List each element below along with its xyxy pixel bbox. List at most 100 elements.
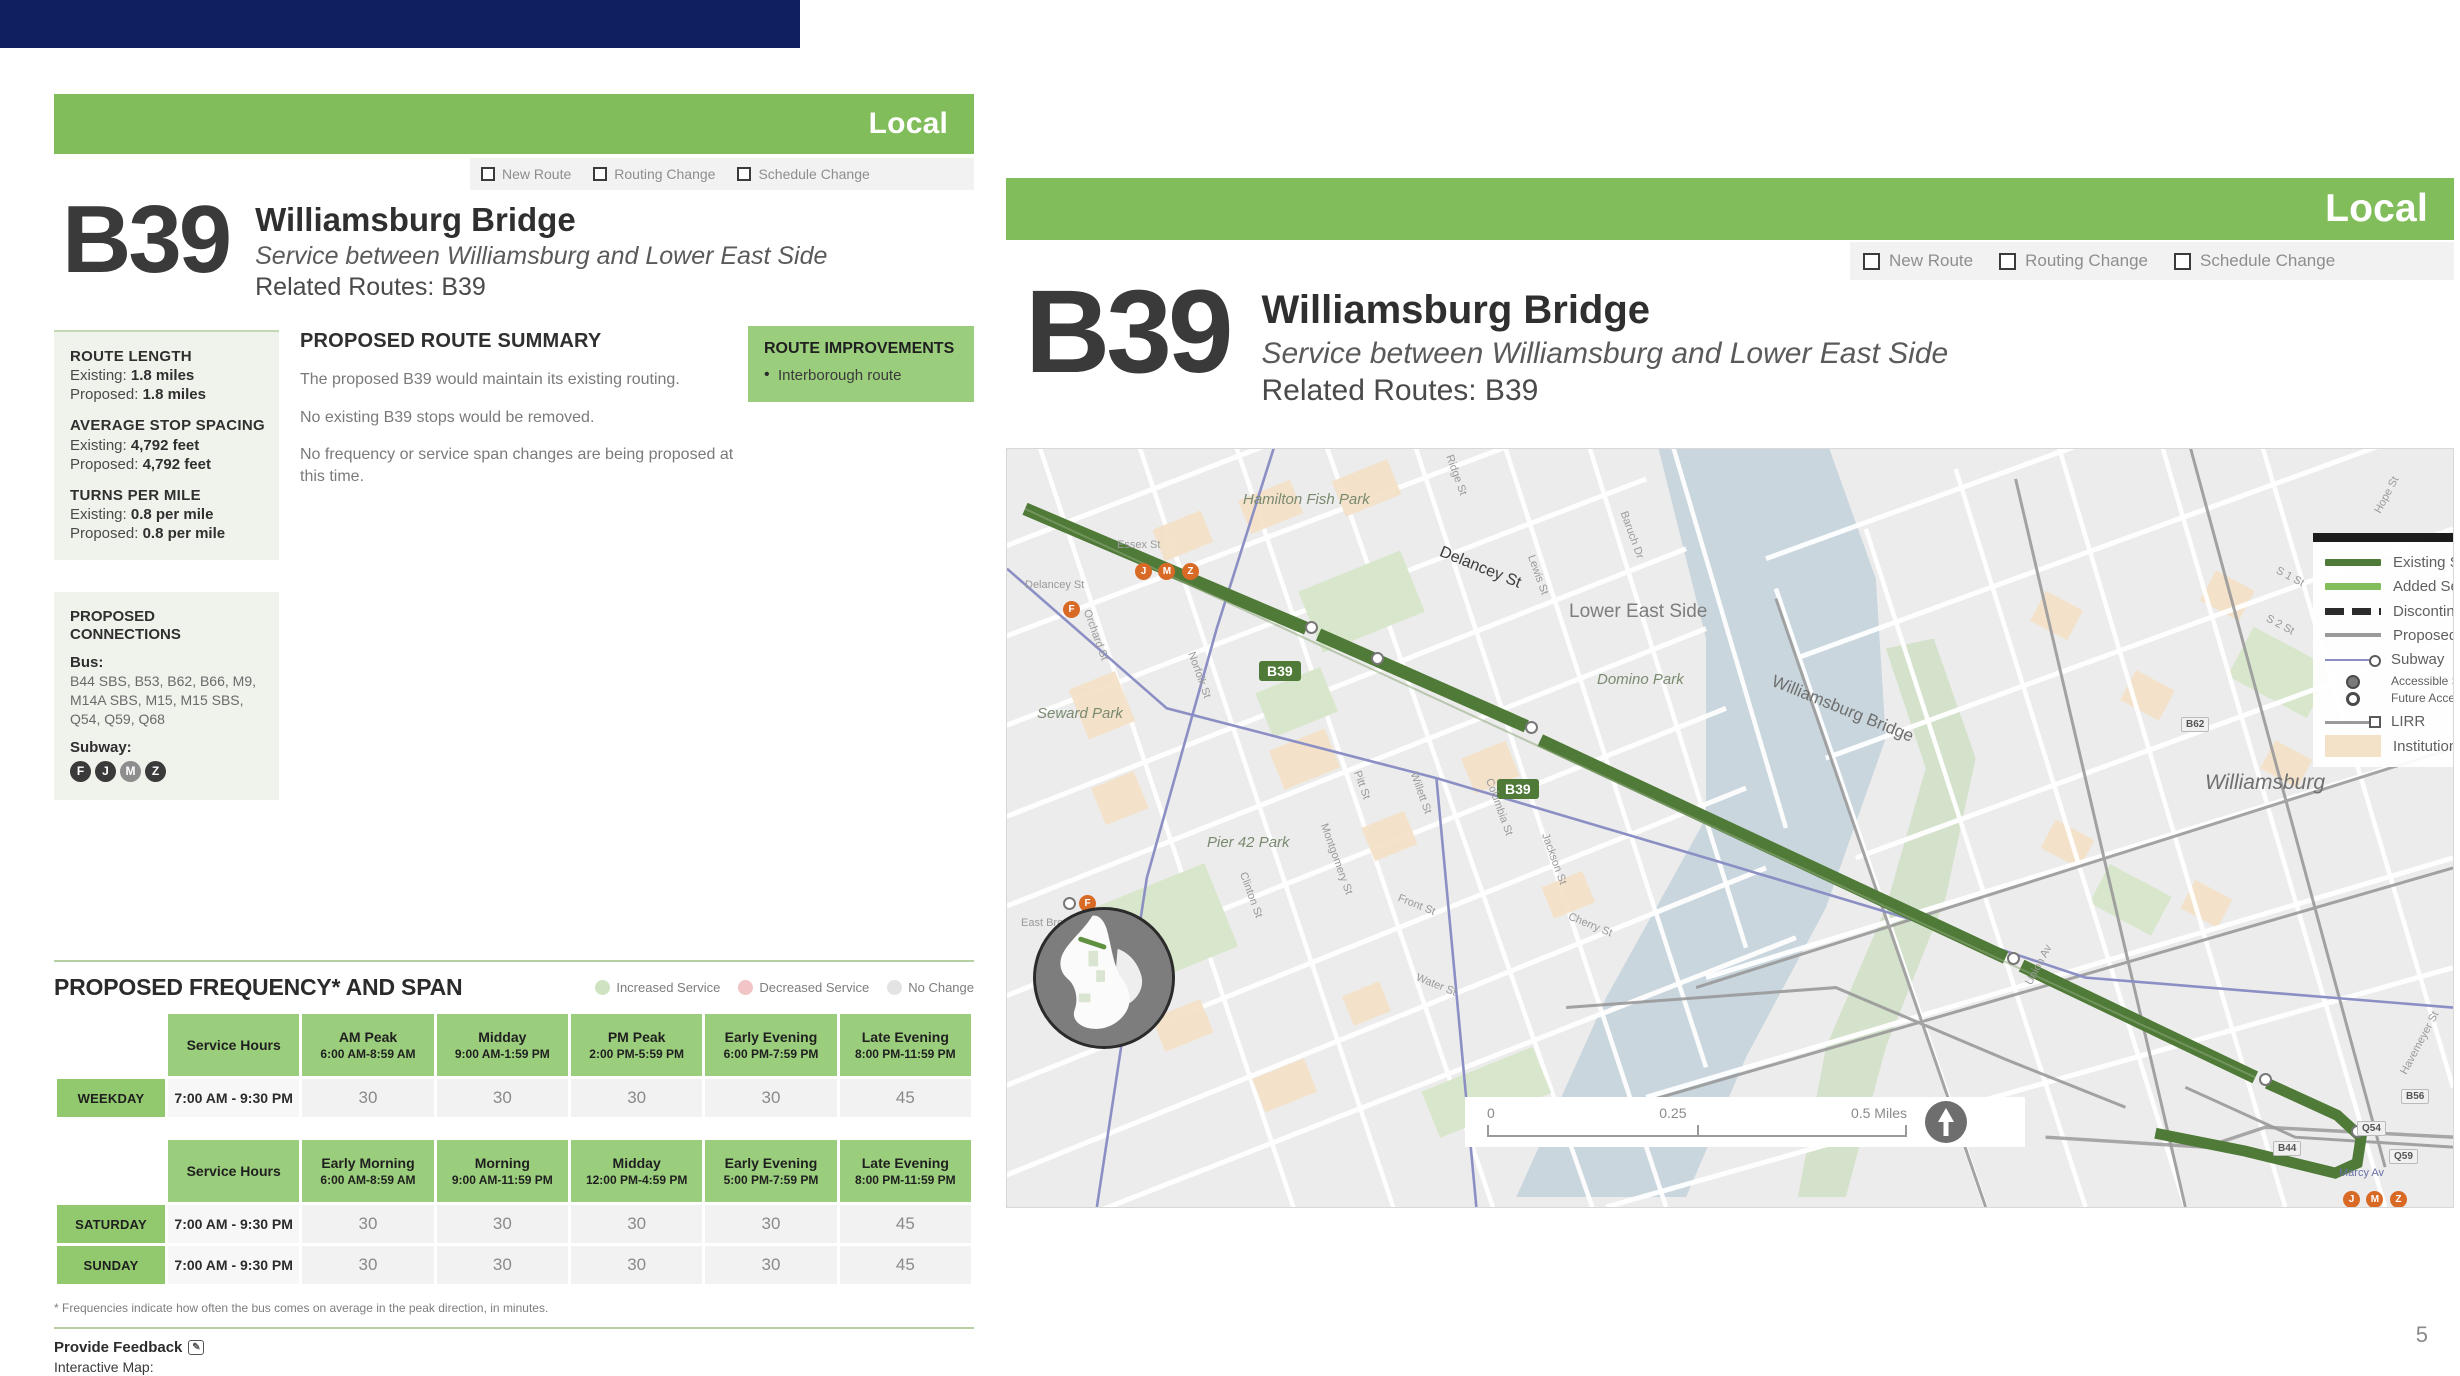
flag-new-route[interactable]: New Route	[470, 166, 582, 182]
freq-value: 30	[570, 1205, 703, 1243]
station-dot	[1371, 652, 1384, 665]
header-label: Early Evening	[724, 1028, 818, 1045]
checkbox-icon[interactable]	[1863, 252, 1880, 270]
north-arrow-icon	[1925, 1101, 1967, 1143]
flag-new-route[interactable]: New Route	[1850, 251, 1986, 271]
header-midday: Midday 12:00 PM-4:59 PM	[570, 1140, 703, 1202]
stat-proposed-label: Proposed:	[70, 386, 139, 404]
stat-existing: Existing: 4,792 feet	[70, 437, 265, 454]
scale-max: 0.5 Miles	[1850, 1105, 1907, 1121]
checkbox-icon[interactable]	[737, 167, 752, 181]
flag-routing-change[interactable]: Routing Change	[582, 166, 726, 182]
bus-shield-b56: B56	[2401, 1089, 2430, 1104]
header-morning: Morning 9:00 AM-11:59 PM	[436, 1140, 568, 1202]
subway-bullet-z: Z	[2389, 1191, 2407, 1207]
legend-label: Accessible Stations	[2391, 674, 2453, 689]
freq-value: 30	[570, 1079, 703, 1117]
header-time: 2:00 PM-5:59 PM	[589, 1046, 684, 1061]
header-label: Early Morning	[321, 1154, 415, 1171]
bus-shield-q59: Q59	[2389, 1149, 2418, 1164]
table-row: SUNDAY 7:00 AM - 9:30 PM 30 30 30 30 45	[57, 1246, 971, 1284]
subway-bullets-delancey: F	[1063, 599, 1082, 618]
checkbox-icon[interactable]	[481, 167, 495, 181]
connections-bus-label: Bus:	[70, 654, 104, 671]
legend-label: Existing Service	[2393, 554, 2453, 571]
subway-bullet-z: Z	[1181, 563, 1199, 580]
subway-bullet-j: J	[2343, 1191, 2360, 1207]
route-improvements-box: ROUTE IMPROVEMENTS Interborough route	[748, 326, 974, 403]
legend-item-accessible-stations: Accessible Stations	[2325, 674, 2453, 690]
legend-label: LIRR	[2391, 713, 2426, 731]
header-early-evening: Early Evening 5:00 PM-7:59 PM	[705, 1140, 837, 1202]
accessible-station-icon	[2325, 675, 2381, 690]
row-day-label: SUNDAY	[57, 1246, 165, 1284]
header-early-evening: Early Evening 6:00 PM-7:59 PM	[705, 1014, 837, 1076]
subway-bullets-essex: J M Z	[1135, 561, 1201, 580]
header-early-morning: Early Morning 6:00 AM-8:59 AM	[302, 1140, 434, 1202]
header-label: Service Hours	[186, 1162, 281, 1179]
header-label: AM Peak	[338, 1028, 398, 1045]
interactive-map-line: Interactive Map:	[54, 1359, 154, 1375]
stat-proposed-label: Proposed:	[70, 455, 139, 473]
key-label: Decreased Service	[759, 980, 870, 995]
stat-heading: AVERAGE STOP SPACING	[70, 417, 265, 435]
scale-graphic: 0 0.25 0.5 Miles	[1487, 1105, 1907, 1139]
freq-value: 30	[302, 1079, 434, 1117]
route-title: Williamsburg Bridge	[1261, 288, 1651, 332]
stat-proposed-value: 4,792 feet	[142, 455, 211, 473]
legend-item-added-service: Added Service	[2325, 578, 2453, 595]
pencil-icon[interactable]: ✎	[188, 1340, 205, 1355]
proposed-route-summary: PROPOSED ROUTE SUMMARY The proposed B39 …	[300, 330, 750, 487]
key-decreased: Decreased Service	[738, 980, 869, 995]
map-base-graphics	[1007, 449, 2453, 1207]
route-number: B39	[1025, 266, 1233, 398]
page-root: Local New Route Routing Change Schedule …	[0, 0, 2460, 1376]
stat-existing-value: 0.8 per mile	[130, 505, 214, 523]
checkbox-icon[interactable]	[2173, 252, 2191, 270]
feedback-label: Provide Feedback	[54, 1339, 183, 1356]
header-label: Service Hours	[186, 1036, 281, 1053]
related-routes: Related Routes: B39	[255, 272, 486, 301]
left-document-panel: Local New Route Routing Change Schedule …	[0, 0, 1000, 1376]
weekday-frequency-table: Service Hours AM Peak 6:00 AM-8:59 AM Mi…	[54, 1011, 974, 1137]
header-label: Morning	[474, 1154, 530, 1171]
subway-bullet-f: F	[70, 760, 91, 782]
flag-label: Routing Change	[2025, 251, 2148, 270]
key-increased: Increased Service	[595, 980, 720, 995]
flag-schedule-change[interactable]: Schedule Change	[726, 166, 880, 182]
stat-proposed-label: Proposed:	[70, 524, 139, 542]
right-change-flags: New Route Routing Change Schedule Change	[1850, 242, 2454, 280]
frequency-footnote: * Frequencies indicate how often the bus…	[54, 1301, 549, 1315]
divider	[54, 960, 974, 962]
connections-heading: PROPOSED CONNECTIONS	[70, 608, 181, 643]
stat-heading: ROUTE LENGTH	[70, 348, 192, 365]
freq-value: 30	[436, 1205, 568, 1243]
stat-existing-label: Existing:	[70, 505, 127, 523]
stat-existing: Existing: 0.8 per mile	[70, 506, 265, 523]
legend-item-existing-service: Existing Service	[2325, 554, 2453, 571]
route-subtitle: Service between Williamsburg and Lower E…	[1261, 336, 1949, 370]
route-stats-box: ROUTE LENGTH Existing: 1.8 miles Propose…	[54, 330, 279, 560]
subway-bullet-j: J	[1135, 563, 1152, 580]
connections-subway-label: Subway:	[70, 738, 132, 756]
checkbox-icon[interactable]	[593, 167, 608, 181]
flag-routing-change[interactable]: Routing Change	[1986, 251, 2161, 271]
summary-heading: PROPOSED ROUTE SUMMARY	[300, 330, 602, 352]
header-service-hours: Service Hours	[168, 1140, 300, 1202]
header-time: 6:00 AM-8:59 AM	[320, 1046, 416, 1061]
route-map[interactable]: B39 B39 Lower East Side Williamsburg Ham…	[1006, 448, 2454, 1208]
freq-value: 30	[436, 1246, 568, 1284]
header-time: 12:00 PM-4:59 PM	[585, 1172, 688, 1187]
map-legend: Existing Service Added Service Discontin…	[2313, 533, 2453, 767]
freq-value: 45	[839, 1079, 971, 1117]
frequency-section: PROPOSED FREQUENCY* AND SPAN Increased S…	[54, 960, 974, 1376]
header-time: 5:00 PM-7:59 PM	[723, 1172, 819, 1187]
row-service-hours: 7:00 AM - 9:30 PM	[168, 1246, 300, 1284]
header-time: 9:00 AM-1:59 PM	[454, 1046, 550, 1061]
flag-schedule-change[interactable]: Schedule Change	[2161, 251, 2348, 271]
checkbox-icon[interactable]	[1999, 252, 2017, 270]
legend-item-subway: Subway	[2325, 651, 2453, 668]
subway-bullet-m: M	[120, 760, 141, 782]
improvement-item: Interborough route	[764, 366, 960, 384]
stat-route-length: ROUTE LENGTH Existing: 1.8 miles Propose…	[70, 348, 265, 403]
